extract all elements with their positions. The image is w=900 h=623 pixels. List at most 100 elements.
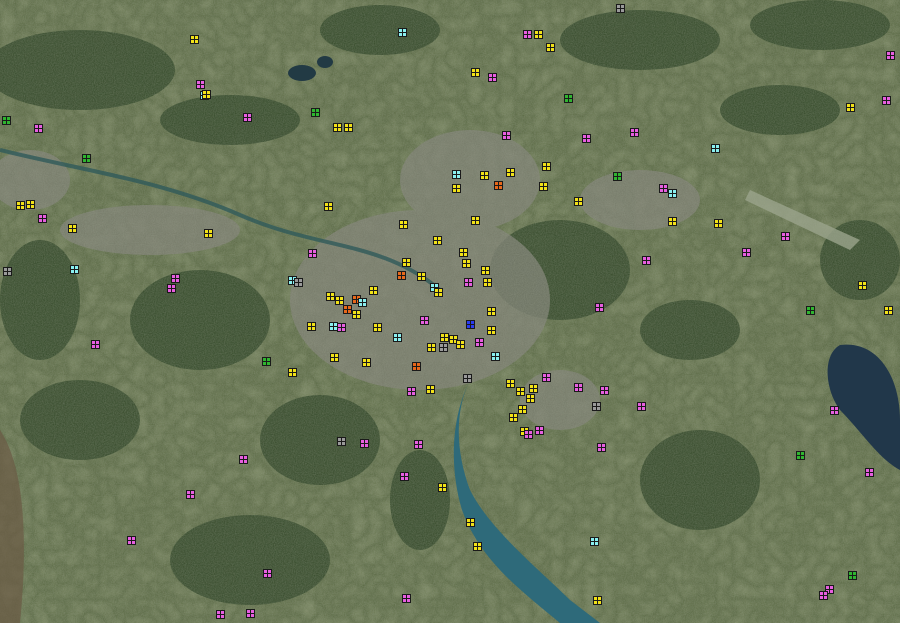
green-map-marker[interactable] xyxy=(613,172,622,181)
magenta-map-marker[interactable] xyxy=(360,439,369,448)
yellow-map-marker[interactable] xyxy=(16,201,25,210)
magenta-map-marker[interactable] xyxy=(488,73,497,82)
yellow-map-marker[interactable] xyxy=(546,43,555,52)
magenta-map-marker[interactable] xyxy=(263,569,272,578)
yellow-map-marker[interactable] xyxy=(352,310,361,319)
magenta-map-marker[interactable] xyxy=(659,184,668,193)
yellow-map-marker[interactable] xyxy=(529,384,538,393)
magenta-map-marker[interactable] xyxy=(243,113,252,122)
magenta-map-marker[interactable] xyxy=(246,609,255,618)
yellow-map-marker[interactable] xyxy=(434,288,443,297)
yellow-map-marker[interactable] xyxy=(326,292,335,301)
magenta-map-marker[interactable] xyxy=(407,387,416,396)
magenta-map-marker[interactable] xyxy=(637,402,646,411)
cyan-map-marker[interactable] xyxy=(70,265,79,274)
gray-map-marker[interactable] xyxy=(3,267,12,276)
magenta-map-marker[interactable] xyxy=(830,406,839,415)
magenta-map-marker[interactable] xyxy=(171,274,180,283)
magenta-map-marker[interactable] xyxy=(475,338,484,347)
yellow-map-marker[interactable] xyxy=(330,353,339,362)
yellow-map-marker[interactable] xyxy=(438,483,447,492)
yellow-map-marker[interactable] xyxy=(26,200,35,209)
magenta-map-marker[interactable] xyxy=(464,278,473,287)
yellow-map-marker[interactable] xyxy=(858,281,867,290)
magenta-map-marker[interactable] xyxy=(886,51,895,60)
magenta-map-marker[interactable] xyxy=(91,340,100,349)
yellow-map-marker[interactable] xyxy=(466,518,475,527)
magenta-map-marker[interactable] xyxy=(882,96,891,105)
cyan-map-marker[interactable] xyxy=(711,144,720,153)
magenta-map-marker[interactable] xyxy=(642,256,651,265)
yellow-map-marker[interactable] xyxy=(539,182,548,191)
magenta-map-marker[interactable] xyxy=(742,248,751,257)
magenta-map-marker[interactable] xyxy=(524,430,533,439)
magenta-map-marker[interactable] xyxy=(630,128,639,137)
magenta-map-marker[interactable] xyxy=(400,472,409,481)
yellow-map-marker[interactable] xyxy=(542,162,551,171)
magenta-map-marker[interactable] xyxy=(239,455,248,464)
yellow-map-marker[interactable] xyxy=(288,368,297,377)
cyan-map-marker[interactable] xyxy=(668,189,677,198)
yellow-map-marker[interactable] xyxy=(668,217,677,226)
yellow-map-marker[interactable] xyxy=(473,542,482,551)
green-map-marker[interactable] xyxy=(311,108,320,117)
yellow-map-marker[interactable] xyxy=(399,220,408,229)
yellow-map-marker[interactable] xyxy=(369,286,378,295)
magenta-map-marker[interactable] xyxy=(216,610,225,619)
gray-map-marker[interactable] xyxy=(337,437,346,446)
cyan-map-marker[interactable] xyxy=(393,333,402,342)
yellow-map-marker[interactable] xyxy=(574,197,583,206)
yellow-map-marker[interactable] xyxy=(462,259,471,268)
yellow-map-marker[interactable] xyxy=(402,258,411,267)
yellow-map-marker[interactable] xyxy=(307,322,316,331)
cyan-map-marker[interactable] xyxy=(590,537,599,546)
yellow-map-marker[interactable] xyxy=(487,326,496,335)
orange-map-marker[interactable] xyxy=(412,362,421,371)
magenta-map-marker[interactable] xyxy=(186,490,195,499)
cyan-map-marker[interactable] xyxy=(452,170,461,179)
yellow-map-marker[interactable] xyxy=(362,358,371,367)
yellow-map-marker[interactable] xyxy=(333,123,342,132)
green-map-marker[interactable] xyxy=(2,116,11,125)
cyan-map-marker[interactable] xyxy=(491,352,500,361)
magenta-map-marker[interactable] xyxy=(523,30,532,39)
magenta-map-marker[interactable] xyxy=(542,373,551,382)
magenta-map-marker[interactable] xyxy=(865,468,874,477)
green-map-marker[interactable] xyxy=(564,94,573,103)
green-map-marker[interactable] xyxy=(796,451,805,460)
yellow-map-marker[interactable] xyxy=(373,323,382,332)
yellow-map-marker[interactable] xyxy=(471,68,480,77)
yellow-map-marker[interactable] xyxy=(593,596,602,605)
yellow-map-marker[interactable] xyxy=(506,379,515,388)
magenta-map-marker[interactable] xyxy=(574,383,583,392)
yellow-map-marker[interactable] xyxy=(487,307,496,316)
yellow-map-marker[interactable] xyxy=(440,333,449,342)
yellow-map-marker[interactable] xyxy=(324,202,333,211)
yellow-map-marker[interactable] xyxy=(456,340,465,349)
cyan-map-marker[interactable] xyxy=(358,298,367,307)
yellow-map-marker[interactable] xyxy=(481,266,490,275)
yellow-map-marker[interactable] xyxy=(516,387,525,396)
yellow-map-marker[interactable] xyxy=(427,343,436,352)
magenta-map-marker[interactable] xyxy=(337,323,346,332)
yellow-map-marker[interactable] xyxy=(526,394,535,403)
gray-map-marker[interactable] xyxy=(592,402,601,411)
orange-map-marker[interactable] xyxy=(343,305,352,314)
yellow-map-marker[interactable] xyxy=(846,103,855,112)
gray-map-marker[interactable] xyxy=(439,343,448,352)
green-map-marker[interactable] xyxy=(848,571,857,580)
magenta-map-marker[interactable] xyxy=(308,249,317,258)
gray-map-marker[interactable] xyxy=(616,4,625,13)
yellow-map-marker[interactable] xyxy=(417,272,426,281)
magenta-map-marker[interactable] xyxy=(38,214,47,223)
satellite-map[interactable] xyxy=(0,0,900,623)
magenta-map-marker[interactable] xyxy=(34,124,43,133)
green-map-marker[interactable] xyxy=(806,306,815,315)
yellow-map-marker[interactable] xyxy=(518,405,527,414)
yellow-map-marker[interactable] xyxy=(459,248,468,257)
gray-map-marker[interactable] xyxy=(463,374,472,383)
yellow-map-marker[interactable] xyxy=(426,385,435,394)
magenta-map-marker[interactable] xyxy=(781,232,790,241)
magenta-map-marker[interactable] xyxy=(402,594,411,603)
magenta-map-marker[interactable] xyxy=(582,134,591,143)
